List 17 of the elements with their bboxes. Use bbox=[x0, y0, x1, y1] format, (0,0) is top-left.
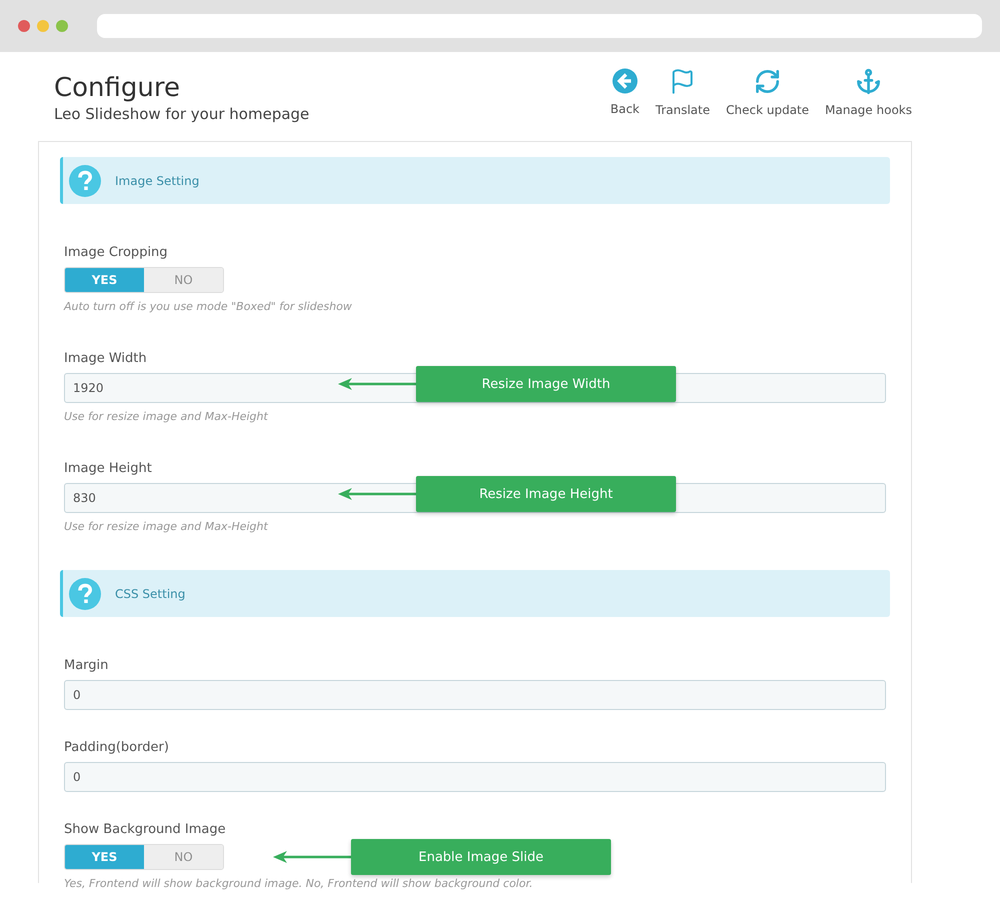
help-text: Use for resize image and Max-Height bbox=[64, 520, 270, 534]
field-label: Image Height bbox=[64, 460, 153, 478]
section-title: Image Setting bbox=[115, 174, 200, 188]
callout-tooltip: Resize Image Width bbox=[416, 366, 676, 402]
callout-tooltip: Resize Image Height bbox=[416, 476, 676, 512]
help-text: Auto turn off is you use mode "Boxed" for slideshow bbox=[64, 300, 353, 314]
section-title: CSS Setting bbox=[115, 586, 186, 600]
page-title: Configure bbox=[54, 72, 182, 104]
field-label: Show Background Image bbox=[64, 821, 227, 839]
field-label: Margin bbox=[64, 657, 110, 675]
field-label: Padding(border) bbox=[64, 739, 170, 757]
help-text: Yes, Frontend will show background image. No, Frontend will show background color. bbox=[64, 877, 534, 891]
callout-tooltip: Enable Image Slide bbox=[351, 839, 611, 875]
help-text: Use for resize image and Max-Height bbox=[64, 410, 270, 424]
field-label: Image Cropping bbox=[64, 244, 169, 262]
field-label: Image Width bbox=[64, 350, 148, 368]
page-subtitle: Leo Slideshow for your homepage bbox=[54, 104, 310, 124]
